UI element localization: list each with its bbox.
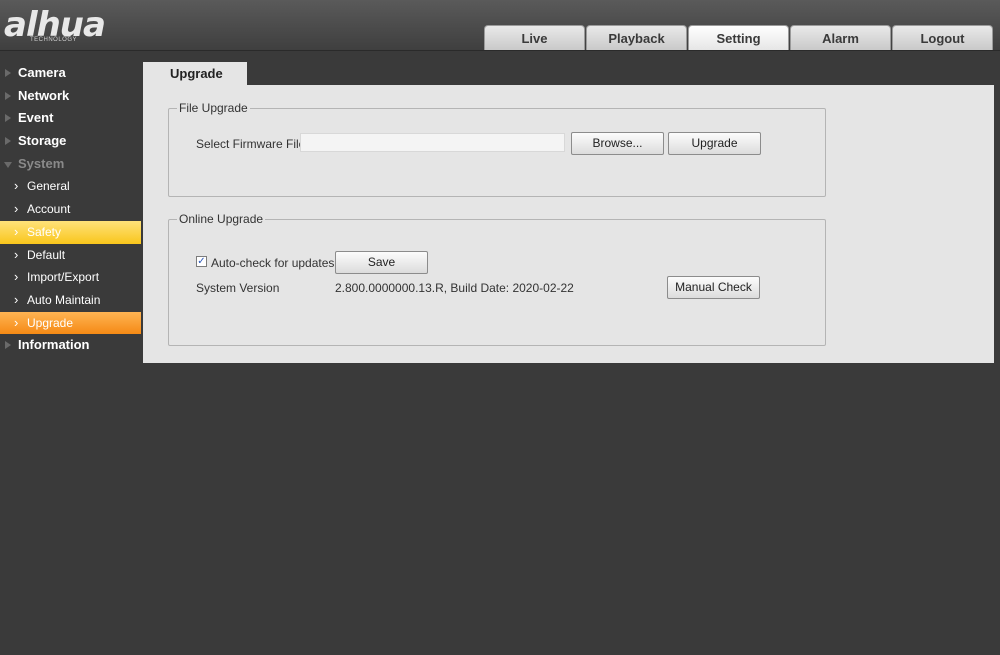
sidebar-item-label: Camera xyxy=(18,65,66,80)
sidebar-subitem-label: Import/Export xyxy=(27,270,100,285)
triangle-right-icon xyxy=(5,137,11,146)
autocheck-label: Auto-check for updates xyxy=(211,256,335,270)
browse-button[interactable]: Browse... xyxy=(571,132,664,155)
chevron-right-icon: › xyxy=(14,269,19,285)
system-version-value: 2.800.0000000.13.R, Build Date: 2020-02-… xyxy=(335,281,574,295)
upgrade-button[interactable]: Upgrade xyxy=(668,132,761,155)
top-header: alhua TECHNOLOGY Live Playback Setting A… xyxy=(0,0,1000,51)
sidebar-item-label: Storage xyxy=(18,133,67,149)
sidebar-subitem-import-export[interactable]: › Import/Export xyxy=(0,266,141,289)
chevron-right-icon: › xyxy=(14,314,19,330)
firmware-file-field[interactable] xyxy=(300,133,565,152)
save-button[interactable]: Save xyxy=(335,251,428,274)
sidebar-item-network[interactable]: Network xyxy=(0,85,141,108)
sidebar-subitem-label: Safety xyxy=(27,224,62,239)
sidebar-subitem-auto-maintain[interactable]: › Auto Maintain xyxy=(0,289,141,312)
triangle-right-icon xyxy=(5,341,11,350)
tab-playback[interactable]: Playback xyxy=(586,25,687,50)
chevron-right-icon: › xyxy=(14,201,19,217)
sidebar-subitem-account[interactable]: › Account xyxy=(0,198,141,221)
autocheck-checkbox[interactable]: ✓ xyxy=(196,256,207,267)
file-upgrade-legend: File Upgrade xyxy=(179,101,248,115)
tab-upgrade[interactable]: Upgrade xyxy=(143,62,247,85)
sidebar-subitem-general[interactable]: › General xyxy=(0,175,141,198)
brand-logo-subtext: TECHNOLOGY xyxy=(30,37,78,43)
triangle-down-icon xyxy=(4,161,12,168)
tab-logout[interactable]: Logout xyxy=(892,25,993,50)
settings-sidebar: Camera Network Event Storage System › Ge… xyxy=(0,62,141,357)
triangle-right-icon xyxy=(5,91,11,100)
sidebar-item-storage[interactable]: Storage xyxy=(0,130,141,153)
sidebar-subitem-label: Account xyxy=(27,202,71,217)
select-firmware-label: Select Firmware File xyxy=(196,137,306,151)
sidebar-subitem-default[interactable]: › Default xyxy=(0,244,141,267)
tab-live[interactable]: Live xyxy=(484,25,585,50)
chevron-right-icon: › xyxy=(14,223,19,239)
sidebar-subitem-upgrade[interactable]: › Upgrade xyxy=(0,311,141,335)
sidebar-item-information[interactable]: Information xyxy=(0,334,141,357)
tab-alarm[interactable]: Alarm xyxy=(790,25,891,50)
sidebar-item-camera[interactable]: Camera xyxy=(0,62,141,85)
sidebar-subitem-label: General xyxy=(27,179,70,194)
tab-setting[interactable]: Setting xyxy=(688,25,789,50)
sidebar-subitem-label: Upgrade xyxy=(27,315,74,330)
chevron-right-icon: › xyxy=(14,246,19,262)
sidebar-subitem-label: Auto Maintain xyxy=(27,292,101,307)
chevron-right-icon: › xyxy=(14,291,19,307)
sidebar-item-event[interactable]: Event xyxy=(0,107,141,130)
sidebar-subitem-safety[interactable]: › Safety xyxy=(0,220,141,244)
system-version-label: System Version xyxy=(196,281,280,295)
sidebar-item-system[interactable]: System xyxy=(0,153,141,176)
chevron-right-icon: › xyxy=(14,178,19,194)
triangle-right-icon xyxy=(5,69,11,77)
sidebar-item-label: Event xyxy=(18,110,54,126)
sidebar-subitem-label: Default xyxy=(27,247,66,262)
online-upgrade-legend: Online Upgrade xyxy=(179,212,264,226)
triangle-right-icon xyxy=(5,114,11,123)
manual-check-button[interactable]: Manual Check xyxy=(667,276,760,299)
sidebar-item-label: Information xyxy=(18,337,90,353)
sidebar-item-label: System xyxy=(18,155,65,171)
upgrade-panel: File Upgrade Select Firmware File Browse… xyxy=(143,85,994,363)
sidebar-item-label: Network xyxy=(18,87,70,103)
